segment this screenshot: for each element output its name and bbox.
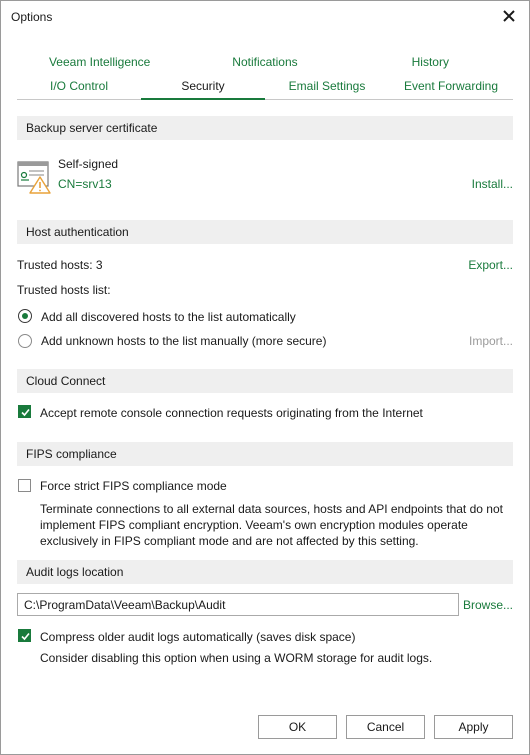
tab-security[interactable]: Security [141,77,265,100]
fips-description: Terminate connections to all external da… [40,502,503,548]
cancel-button[interactable]: Cancel [346,715,425,739]
checkmark-icon [21,408,30,417]
tab-event-forwarding[interactable]: Event Forwarding [389,77,513,99]
tab-row-top: Veeam Intelligence Notifications History [17,53,513,75]
audit-path-input[interactable] [17,593,459,616]
import-link[interactable]: Import... [469,334,513,348]
radio-add-automatically-label[interactable]: Add all discovered hosts to the list aut… [41,310,296,324]
compress-audit-logs-checkbox[interactable] [18,629,31,642]
compress-audit-logs-label[interactable]: Compress older audit logs automatically … [40,630,355,644]
tab-io-control[interactable]: I/O Control [17,77,141,99]
close-icon [503,10,515,22]
certificate-cn-link[interactable]: CN=srv13 [58,177,112,191]
trusted-hosts-list-label: Trusted hosts list: [17,283,111,297]
tab-email-settings[interactable]: Email Settings [265,77,389,99]
tab-notifications[interactable]: Notifications [182,53,347,75]
worm-hint: Consider disabling this option when usin… [40,651,433,665]
section-header-fips: FIPS compliance [17,442,513,466]
title-bar: Options [1,1,529,33]
options-dialog: Options Veeam Intelligence Notifications… [0,0,530,755]
radio-add-automatically[interactable] [18,309,32,323]
install-certificate-link[interactable]: Install... [472,177,513,191]
tab-history[interactable]: History [348,53,513,75]
section-header-certificate: Backup server certificate [17,116,513,140]
window-title: Options [11,10,53,24]
certificate-type: Self-signed [58,157,119,171]
checkmark-icon [21,632,30,641]
section-header-audit-logs: Audit logs location [17,560,513,584]
tab-veeam-intelligence[interactable]: Veeam Intelligence [17,53,182,75]
certificate-warning-icon [17,161,51,194]
trusted-hosts-count: Trusted hosts: 3 [17,258,103,272]
accept-remote-console-label[interactable]: Accept remote console connection request… [40,406,423,420]
force-fips-checkbox[interactable] [18,479,31,492]
export-link[interactable]: Export... [468,258,513,272]
force-fips-label[interactable]: Force strict FIPS compliance mode [40,479,227,493]
tab-row-bottom: I/O Control Security Email Settings Even… [17,77,513,100]
accept-remote-console-checkbox[interactable] [18,405,31,418]
radio-add-manually[interactable] [18,334,32,348]
apply-button[interactable]: Apply [434,715,513,739]
close-button[interactable] [497,4,521,28]
section-header-host-auth: Host authentication [17,220,513,244]
browse-link[interactable]: Browse... [463,598,513,612]
section-header-cloud-connect: Cloud Connect [17,369,513,393]
radio-add-manually-label[interactable]: Add unknown hosts to the list manually (… [41,334,326,348]
ok-button[interactable]: OK [258,715,337,739]
